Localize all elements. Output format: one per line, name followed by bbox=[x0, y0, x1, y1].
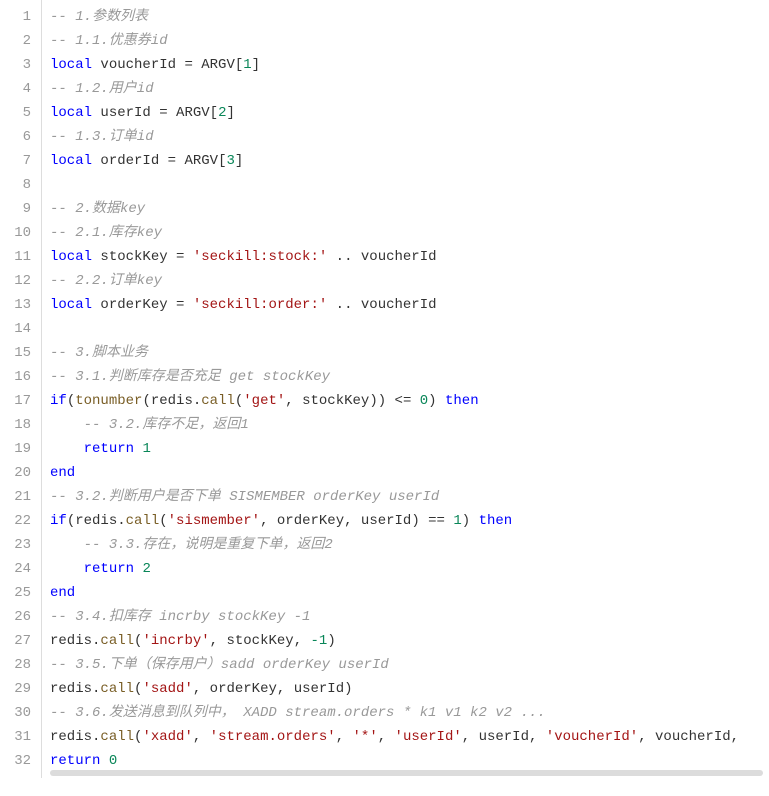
line-number: 6 bbox=[4, 125, 31, 149]
line-number: 11 bbox=[4, 245, 31, 269]
code-line bbox=[50, 173, 769, 197]
line-gutter: 1234567891011121314151617181920212223242… bbox=[0, 0, 42, 778]
code-line: -- 1.1.优惠券id bbox=[50, 29, 769, 53]
code-line: -- 3.1.判断库存是否充足 get stockKey bbox=[50, 365, 769, 389]
line-number: 17 bbox=[4, 389, 31, 413]
line-number: 5 bbox=[4, 101, 31, 125]
line-number: 26 bbox=[4, 605, 31, 629]
code-line: return 2 bbox=[50, 557, 769, 581]
code-line: -- 1.3.订单id bbox=[50, 125, 769, 149]
code-line: local userId = ARGV[2] bbox=[50, 101, 769, 125]
code-line: -- 3.2.判断用户是否下单 SISMEMBER orderKey userI… bbox=[50, 485, 769, 509]
code-line: -- 3.脚本业务 bbox=[50, 341, 769, 365]
code-line: end bbox=[50, 461, 769, 485]
line-number: 10 bbox=[4, 221, 31, 245]
line-number: 20 bbox=[4, 461, 31, 485]
line-number: 31 bbox=[4, 725, 31, 749]
code-line: if(tonumber(redis.call('get', stockKey))… bbox=[50, 389, 769, 413]
code-line: return 1 bbox=[50, 437, 769, 461]
line-number: 2 bbox=[4, 29, 31, 53]
line-number: 32 bbox=[4, 749, 31, 773]
line-number: 16 bbox=[4, 365, 31, 389]
code-line: -- 3.6.发送消息到队列中， XADD stream.orders * k1… bbox=[50, 701, 769, 725]
code-line: -- 1.参数列表 bbox=[50, 5, 769, 29]
line-number: 12 bbox=[4, 269, 31, 293]
code-line: redis.call('xadd', 'stream.orders', '*',… bbox=[50, 725, 769, 749]
code-line bbox=[50, 317, 769, 341]
line-number: 28 bbox=[4, 653, 31, 677]
line-number: 1 bbox=[4, 5, 31, 29]
code-area[interactable]: -- 1.参数列表-- 1.1.优惠券idlocal voucherId = A… bbox=[42, 0, 769, 778]
code-line: local stockKey = 'seckill:stock:' .. vou… bbox=[50, 245, 769, 269]
code-line: local orderId = ARGV[3] bbox=[50, 149, 769, 173]
code-line: -- 3.2.库存不足，返回1 bbox=[50, 413, 769, 437]
line-number: 25 bbox=[4, 581, 31, 605]
line-number: 4 bbox=[4, 77, 31, 101]
code-line: -- 3.4.扣库存 incrby stockKey -1 bbox=[50, 605, 769, 629]
line-number: 29 bbox=[4, 677, 31, 701]
line-number: 8 bbox=[4, 173, 31, 197]
code-line: redis.call('incrby', stockKey, -1) bbox=[50, 629, 769, 653]
code-line: -- 1.2.用户id bbox=[50, 77, 769, 101]
line-number: 22 bbox=[4, 509, 31, 533]
line-number: 21 bbox=[4, 485, 31, 509]
line-number: 3 bbox=[4, 53, 31, 77]
line-number: 13 bbox=[4, 293, 31, 317]
line-number: 15 bbox=[4, 341, 31, 365]
line-number: 9 bbox=[4, 197, 31, 221]
line-number: 27 bbox=[4, 629, 31, 653]
code-editor: 1234567891011121314151617181920212223242… bbox=[0, 0, 769, 778]
code-line: -- 2.数据key bbox=[50, 197, 769, 221]
code-line: local orderKey = 'seckill:order:' .. vou… bbox=[50, 293, 769, 317]
line-number: 23 bbox=[4, 533, 31, 557]
code-line: -- 3.3.存在，说明是重复下单，返回2 bbox=[50, 533, 769, 557]
code-line: -- 3.5.下单（保存用户）sadd orderKey userId bbox=[50, 653, 769, 677]
line-number: 30 bbox=[4, 701, 31, 725]
code-line: if(redis.call('sismember', orderKey, use… bbox=[50, 509, 769, 533]
line-number: 18 bbox=[4, 413, 31, 437]
line-number: 19 bbox=[4, 437, 31, 461]
code-line: local voucherId = ARGV[1] bbox=[50, 53, 769, 77]
line-number: 14 bbox=[4, 317, 31, 341]
code-line: redis.call('sadd', orderKey, userId) bbox=[50, 677, 769, 701]
line-number: 24 bbox=[4, 557, 31, 581]
code-line: -- 2.2.订单key bbox=[50, 269, 769, 293]
code-line: end bbox=[50, 581, 769, 605]
code-line: -- 2.1.库存key bbox=[50, 221, 769, 245]
horizontal-scrollbar[interactable] bbox=[50, 770, 763, 776]
line-number: 7 bbox=[4, 149, 31, 173]
